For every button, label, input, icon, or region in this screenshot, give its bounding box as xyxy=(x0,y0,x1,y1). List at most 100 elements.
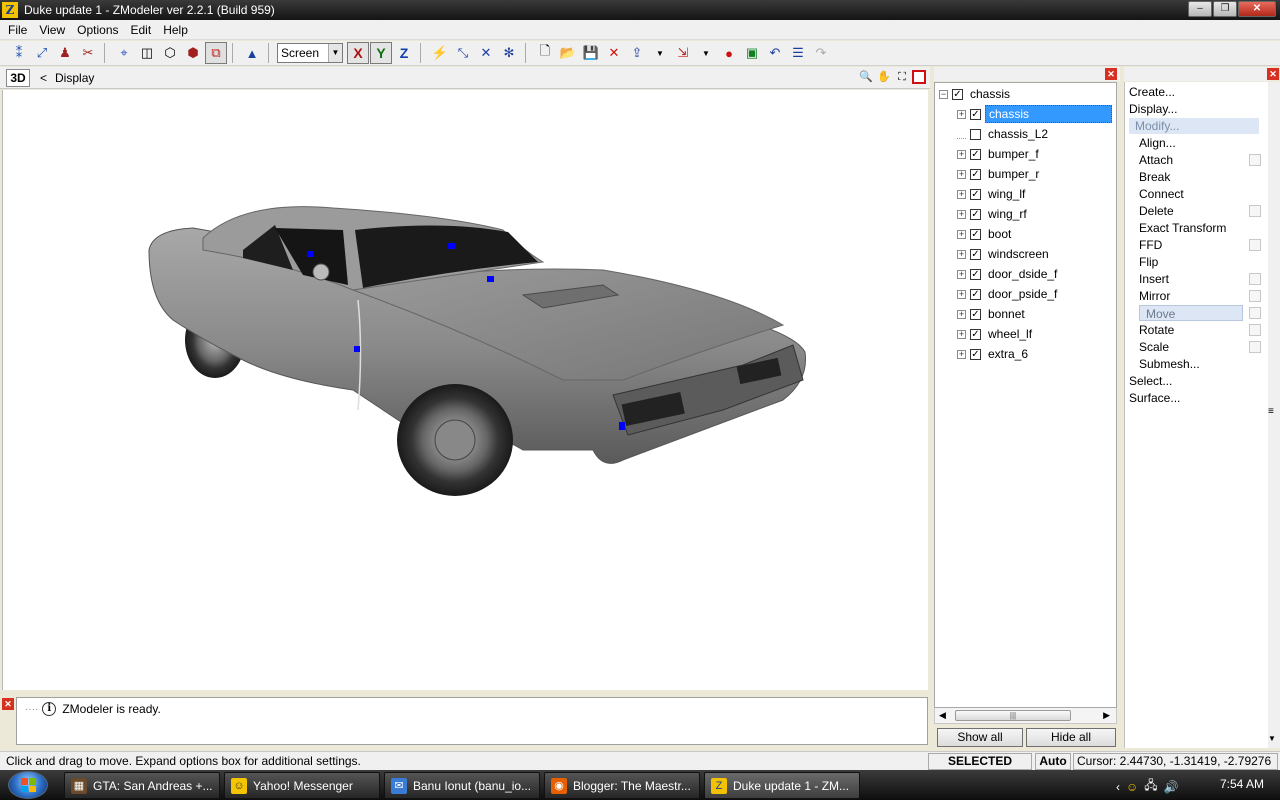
visibility-checkbox[interactable]: ✓ xyxy=(970,108,981,120)
expand-icon[interactable]: + xyxy=(957,349,966,359)
expand-icon[interactable]: + xyxy=(957,169,966,179)
visibility-checkbox[interactable]: ✓ xyxy=(970,348,981,360)
command-attach[interactable]: Attach xyxy=(1139,152,1173,168)
delete-icon[interactable]: ✕ xyxy=(603,42,625,64)
zoom-icon[interactable]: 🔍 xyxy=(858,69,874,85)
options-box-icon[interactable] xyxy=(1249,205,1261,217)
texture-icon[interactable]: ▣ xyxy=(741,42,763,64)
expand-icon[interactable]: + xyxy=(957,209,966,219)
tree-item[interactable]: + ✓ door_dside_f xyxy=(957,264,1060,284)
axis-z-toggle[interactable]: Z xyxy=(393,42,415,64)
select-figure-icon[interactable]: ♟ xyxy=(54,42,76,64)
axis-x-toggle[interactable]: X xyxy=(347,42,369,64)
restore-button[interactable]: ❐ xyxy=(1213,1,1237,17)
console-close-icon[interactable]: ✕ xyxy=(2,698,14,710)
selection-mode-indicator[interactable]: SELECTED MODE xyxy=(928,753,1032,783)
clock[interactable]: 7:54 AM xyxy=(1220,777,1264,791)
scroll-grip-icon[interactable]: ≡ xyxy=(1268,406,1274,417)
vertex-marker[interactable] xyxy=(354,346,360,352)
taskbar-button[interactable]: ☺ Yahoo! Messenger xyxy=(224,772,380,799)
menu-file[interactable]: File xyxy=(4,23,35,37)
tree-item[interactable]: + ✓ bumper_f xyxy=(957,144,1042,164)
options-box-icon[interactable] xyxy=(1249,290,1261,302)
volume-icon[interactable]: 🔊 xyxy=(1164,780,1179,794)
vertex-marker[interactable] xyxy=(619,422,625,430)
command-select[interactable]: Select... xyxy=(1129,373,1172,389)
options-box-icon[interactable] xyxy=(1249,273,1261,285)
transform-icon[interactable]: ⤡ xyxy=(452,42,474,64)
command-rotate[interactable]: Rotate xyxy=(1139,322,1174,338)
taskbar-button[interactable]: ✉ Banu Ionut (banu_io... xyxy=(384,772,540,799)
tree-item[interactable]: + ✓ boot xyxy=(957,224,1014,244)
command-exact-transform[interactable]: Exact Transform xyxy=(1139,220,1226,236)
collapse-icon[interactable]: − xyxy=(939,89,948,99)
command-scale[interactable]: Scale xyxy=(1139,339,1169,355)
visibility-checkbox[interactable]: ✓ xyxy=(952,88,963,100)
open-file-icon[interactable]: 📂 xyxy=(557,42,579,64)
vertex-mode-icon[interactable]: ⌖ xyxy=(113,42,135,64)
pivot-icon[interactable]: ▲ xyxy=(241,42,263,64)
tree-item[interactable]: + ✓ extra_6 xyxy=(957,344,1031,364)
tree-close-icon[interactable]: ✕ xyxy=(1105,68,1117,80)
visibility-checkbox[interactable]: ✓ xyxy=(970,228,981,240)
notes-icon[interactable]: ☰ xyxy=(787,42,809,64)
visibility-checkbox[interactable]: ✓ xyxy=(970,148,981,160)
expand-icon[interactable]: + xyxy=(957,309,966,319)
messenger-tray-icon[interactable]: ☺ xyxy=(1126,780,1138,794)
options-box-icon[interactable] xyxy=(1249,239,1261,251)
tree-root[interactable]: − ✓ chassis xyxy=(939,84,1013,104)
command-submesh[interactable]: Submesh... xyxy=(1139,356,1200,372)
new-file-icon[interactable]: 🗋 xyxy=(534,42,556,64)
tree-item[interactable]: + ✓ wheel_lf xyxy=(957,324,1035,344)
render-icon[interactable]: ● xyxy=(718,42,740,64)
rotate-icon[interactable]: ✻ xyxy=(498,42,520,64)
options-box-icon[interactable] xyxy=(1249,307,1261,319)
save-file-icon[interactable]: 💾 xyxy=(580,42,602,64)
vertex-marker[interactable] xyxy=(448,243,455,249)
maximize-viewport-icon[interactable] xyxy=(912,70,926,84)
expand-icon[interactable]: + xyxy=(957,149,966,159)
tree-item[interactable]: + ✓ bumper_r xyxy=(957,164,1042,184)
command-align[interactable]: Align... xyxy=(1139,135,1176,151)
menu-view[interactable]: View xyxy=(35,23,73,37)
object-level-icon[interactable]: ⧉ xyxy=(205,42,227,64)
taskbar-button[interactable]: ▦ GTA: San Andreas +... xyxy=(64,772,220,799)
taskbar-button[interactable]: Z Duke update 1 - ZM... xyxy=(704,772,860,799)
viewport-back-button[interactable]: < xyxy=(40,71,47,85)
vertex-marker[interactable] xyxy=(307,251,313,257)
visibility-checkbox[interactable]: ✓ xyxy=(970,328,981,340)
scroll-right-icon[interactable]: ▶ xyxy=(1103,710,1110,721)
minimize-button[interactable]: – xyxy=(1188,1,1212,17)
menu-edit[interactable]: Edit xyxy=(127,23,160,37)
taskbar-button[interactable]: ◉ Blogger: The Maestr... xyxy=(544,772,700,799)
tree-item[interactable]: + ✓ door_pside_f xyxy=(957,284,1060,304)
command-mirror[interactable]: Mirror xyxy=(1139,288,1170,304)
visibility-checkbox[interactable]: ✓ xyxy=(970,188,981,200)
visibility-checkbox[interactable]: ✓ xyxy=(970,268,981,280)
network-icon[interactable]: 🖧 xyxy=(1144,776,1157,797)
scroll-left-icon[interactable]: ◀ xyxy=(939,710,946,721)
scale-icon[interactable]: ✕ xyxy=(475,42,497,64)
visibility-checkbox[interactable]: ✓ xyxy=(970,168,981,180)
visibility-checkbox[interactable]: ✓ xyxy=(970,208,981,220)
expand-icon[interactable]: + xyxy=(957,189,966,199)
redo-icon[interactable]: ↷ xyxy=(810,42,832,64)
zoom-region-icon[interactable]: ⛶ xyxy=(894,69,910,85)
command-display[interactable]: Display... xyxy=(1129,101,1177,117)
options-box-icon[interactable] xyxy=(1249,341,1261,353)
tree-item[interactable]: chassis_L2 xyxy=(957,124,1051,144)
command-insert[interactable]: Insert xyxy=(1139,271,1169,287)
tree-horizontal-scrollbar[interactable]: ◀ ||| ▶ xyxy=(934,708,1117,724)
tree-item[interactable]: + ✓ chassis xyxy=(957,104,1112,124)
show-all-button[interactable]: Show all xyxy=(937,728,1023,747)
visibility-checkbox[interactable]: ✓ xyxy=(970,308,981,320)
chevron-down-icon[interactable]: ▼ xyxy=(328,44,342,62)
car-model-render[interactable] xyxy=(3,90,928,690)
scroll-thumb[interactable]: ||| xyxy=(955,710,1071,721)
expand-icon[interactable]: + xyxy=(957,249,966,259)
face-mode-icon[interactable]: ◫ xyxy=(136,42,158,64)
coordinate-space-select[interactable]: Screen ▼ xyxy=(277,43,343,63)
command-create[interactable]: Create... xyxy=(1129,84,1175,100)
command-delete[interactable]: Delete xyxy=(1139,203,1174,219)
expand-icon[interactable]: + xyxy=(957,109,966,119)
